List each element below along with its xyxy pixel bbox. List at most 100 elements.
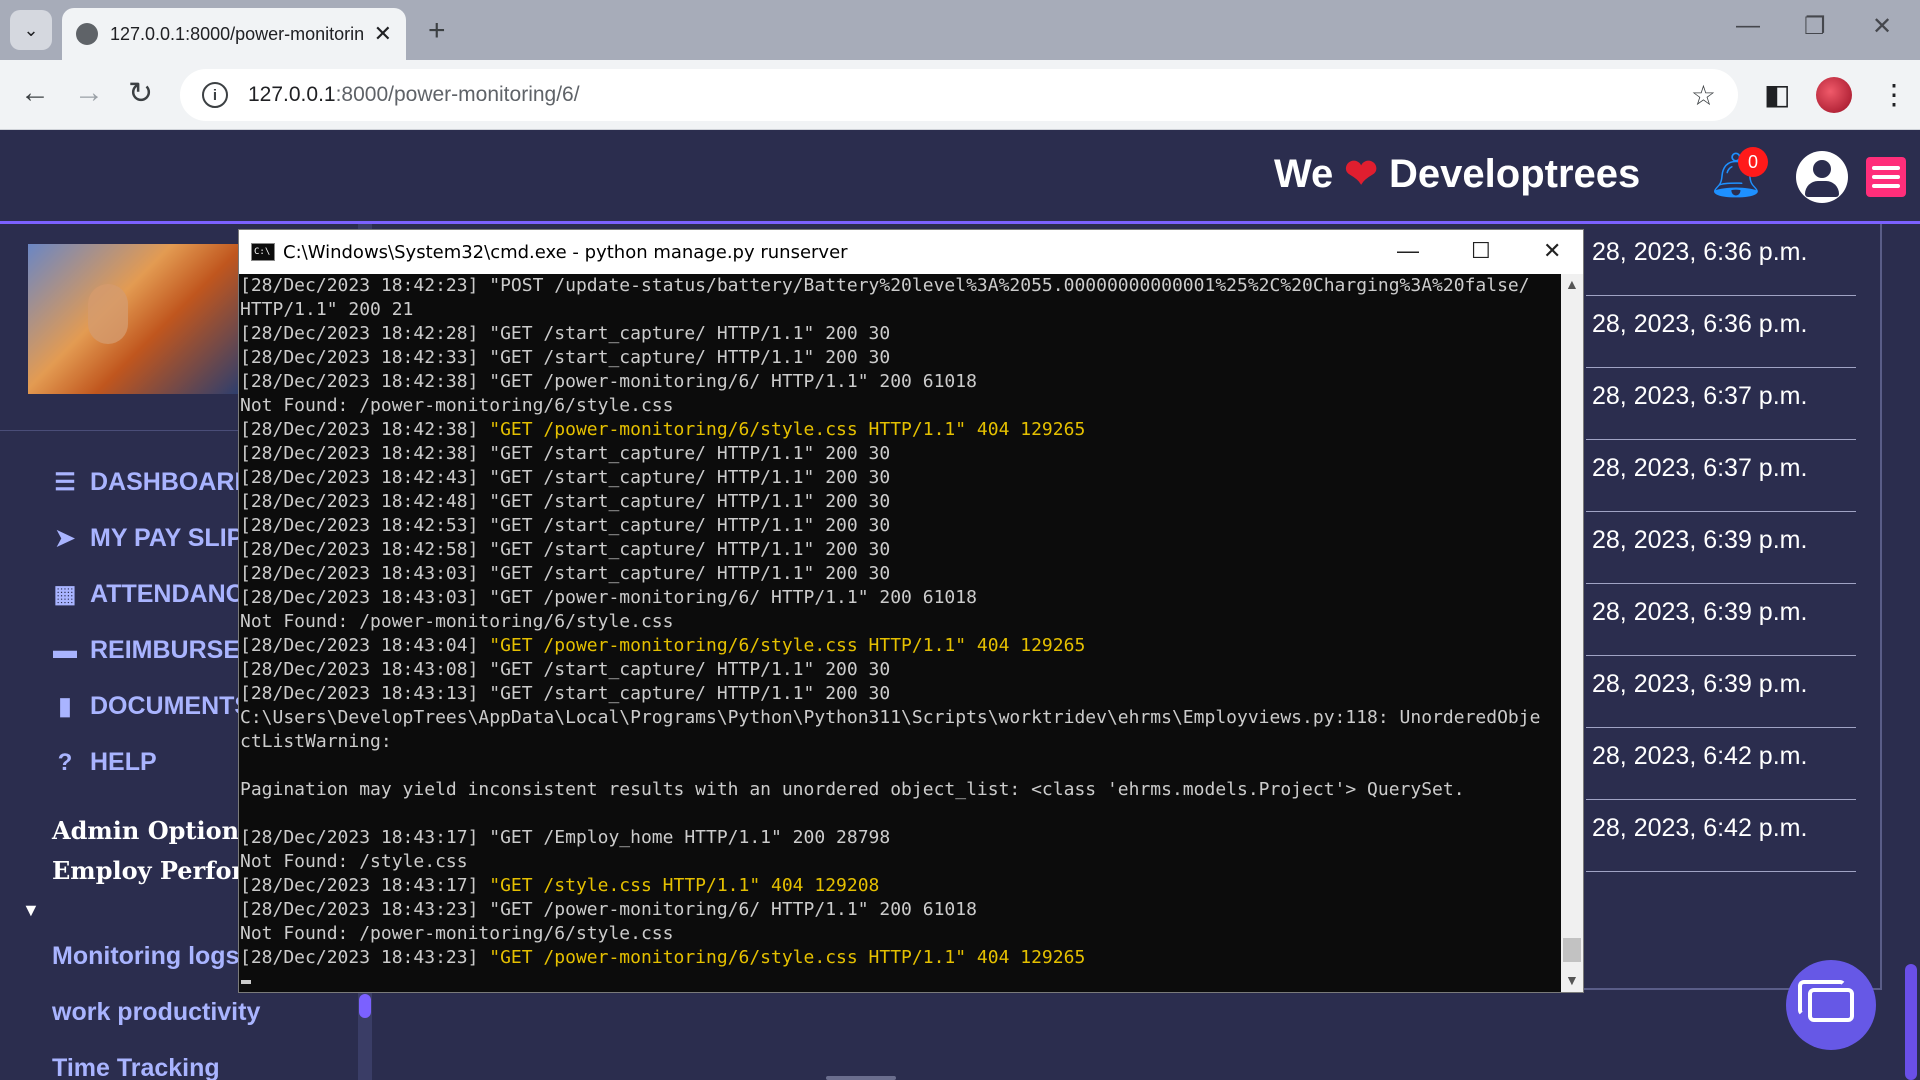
send-icon: ➤ [54,525,76,552]
cmd-line: [28/Dec/2023 18:42:23] "POST /update-sta… [240,274,1561,298]
card-icon: ▬ [53,636,77,664]
cmd-line-text: Not Found: /power-monitoring/6/style.css [240,395,674,416]
cmd-line-text: [28/Dec/2023 18:43:04] [240,635,490,656]
cmd-line: [28/Dec/2023 18:42:58] "GET /start_captu… [240,538,1561,562]
brand-logo: We ❤ Developtrees [1274,152,1641,196]
sidebar-item-attendance[interactable]: ▦ ATTENDANCE [52,580,261,609]
log-timestamp: 28, 2023, 6:42 p.m. [1592,742,1808,770]
cmd-line-text: [28/Dec/2023 18:42:23] "POST /update-sta… [240,275,1530,296]
cmd-line: [28/Dec/2023 18:43:17] "GET /style.css H… [240,874,1561,898]
restore-icon[interactable]: ❐ [1804,12,1826,41]
back-icon[interactable]: ← [20,76,50,110]
cmd-line [240,802,1561,826]
cmd-line: [28/Dec/2023 18:42:33] "GET /start_captu… [240,346,1561,370]
sidebar-item-time-tracking[interactable]: Time Tracking [52,1054,220,1080]
tab-search-button[interactable]: ⌄ [10,10,52,50]
cmd-scrollbar[interactable]: ▲ ▼ [1561,274,1583,992]
browser-tab[interactable]: 127.0.0.1:8000/power-monitoring/6/ ✕ [62,8,406,60]
cmd-line-text: [28/Dec/2023 18:42:43] "GET /start_captu… [240,467,891,488]
bookmark-star-icon[interactable]: ☆ [1691,79,1716,112]
log-timestamp: 28, 2023, 6:36 p.m. [1592,238,1808,266]
sidebar-item-monitoring-logs[interactable]: Monitoring logs [52,942,239,971]
cmd-line-text: Not Found: /power-monitoring/6/style.css [240,923,674,944]
cmd-line-text: Pagination may yield inconsistent result… [240,779,1465,800]
cmd-line: [28/Dec/2023 18:42:53] "GET /start_captu… [240,514,1561,538]
cmd-line-text: Not Found: /power-monitoring/6/style.css [240,611,674,632]
log-row: 28, 2023, 6:42 p.m. [1586,728,1856,800]
sidebar-item-pay-slip[interactable]: ➤ MY PAY SLIP [52,524,243,553]
sidebar-item-work-productivity[interactable]: work productivity [52,998,260,1027]
close-window-icon[interactable]: ✕ [1872,12,1892,41]
log-timestamp: 28, 2023, 6:36 p.m. [1592,310,1808,338]
new-tab-button[interactable]: + [428,14,446,48]
forward-icon[interactable]: → [74,76,104,110]
cmd-line: HTTP/1.1" 200 21 [240,298,1561,322]
cmd-line: ctListWarning: [240,730,1561,754]
cmd-line-text: [28/Dec/2023 18:43:17] "GET /Employ_home… [240,827,891,848]
more-menu-icon[interactable]: ⋮ [1880,78,1908,111]
cmd-line: [28/Dec/2023 18:42:43] "GET /start_captu… [240,466,1561,490]
log-row: 28, 2023, 6:37 p.m. [1586,368,1856,440]
hamburger-menu-button[interactable] [1866,157,1906,197]
sidebar-scroll-thumb[interactable] [359,994,371,1018]
reload-icon[interactable]: ↻ [128,76,153,111]
cmd-maximize-icon[interactable]: ☐ [1471,238,1491,264]
help-icon: ? [57,748,73,776]
tab-title: 127.0.0.1:8000/power-monitoring/6/ [110,23,364,44]
close-tab-icon[interactable]: ✕ [374,21,392,47]
cmd-line-warning: "GET /power-monitoring/6/style.css HTTP/… [489,419,1086,440]
scroll-up-icon[interactable]: ▲ [1565,276,1579,292]
cmd-line-text: [28/Dec/2023 18:42:38] "GET /start_captu… [240,443,891,464]
log-row: 28, 2023, 6:39 p.m. [1586,584,1856,656]
profile-banner-image [28,244,240,394]
sidebar-item-dashboard[interactable]: ☰ DASHBOARD [52,468,252,497]
cmd-line-text: C:\Users\DevelopTrees\AppData\Local\Prog… [240,707,1541,728]
cmd-scroll-thumb[interactable] [1563,938,1581,962]
cmd-close-icon[interactable]: ✕ [1543,238,1561,264]
log-row: 28, 2023, 6:36 p.m. [1586,296,1856,368]
cmd-line: [28/Dec/2023 18:42:38] "GET /start_captu… [240,442,1561,466]
cmd-window[interactable]: C:\ C:\Windows\System32\cmd.exe - python… [238,229,1584,993]
cmd-line-text: [28/Dec/2023 18:42:28] "GET /start_captu… [240,323,891,344]
browser-tabstrip: ⌄ 127.0.0.1:8000/power-monitoring/6/ ✕ +… [0,0,1920,60]
cmd-line: [28/Dec/2023 18:43:04] "GET /power-monit… [240,634,1561,658]
chat-button[interactable] [1786,960,1876,1050]
notification-badge: 0 [1738,147,1768,177]
menu-icon: ☰ [54,469,76,496]
log-row: 28, 2023, 6:42 p.m. [1586,800,1856,872]
side-panel-icon[interactable]: ◧ [1764,78,1790,111]
chat-icon [1798,980,1854,1022]
page-scrollbar[interactable] [1902,224,1920,1080]
heart-icon: ❤ [1344,152,1378,196]
profile-avatar[interactable] [1816,77,1852,113]
log-row: 28, 2023, 6:39 p.m. [1586,656,1856,728]
scroll-down-icon[interactable]: ▼ [1565,972,1579,988]
cmd-line: [28/Dec/2023 18:43:17] "GET /Employ_home… [240,826,1561,850]
cmd-line-text: [28/Dec/2023 18:43:23] [240,947,490,968]
log-timestamp: 28, 2023, 6:42 p.m. [1592,814,1808,842]
cmd-output[interactable]: [28/Dec/2023 18:42:23] "POST /update-sta… [239,274,1561,992]
browser-toolbar: ← → ↻ i 127.0.0.1:8000/power-monitoring/… [0,60,1920,130]
cmd-line: [28/Dec/2023 18:42:28] "GET /start_captu… [240,322,1561,346]
cmd-line-text: [28/Dec/2023 18:43:17] [240,875,490,896]
cmd-line-warning: "GET /power-monitoring/6/style.css HTTP/… [489,635,1086,656]
chevron-down-icon: ⌄ [23,19,39,40]
page-scroll-thumb[interactable] [1905,964,1917,1080]
sidebar-item-documents[interactable]: ▮ DOCUMENTS [52,692,251,721]
site-info-icon[interactable]: i [202,82,228,108]
cmd-titlebar[interactable]: C:\ C:\Windows\System32\cmd.exe - python… [239,230,1583,274]
minimize-icon[interactable]: — [1736,12,1760,40]
sidebar-item-help[interactable]: ? HELP [52,748,157,777]
document-icon: ▮ [58,693,72,720]
user-account-icon[interactable] [1796,151,1848,203]
log-timestamp: 28, 2023, 6:39 p.m. [1592,526,1808,554]
app-header: We ❤ Developtrees 🔔︎ 0 [0,131,1920,221]
cmd-minimize-icon[interactable]: — [1397,238,1419,264]
log-timestamp: 28, 2023, 6:37 p.m. [1592,454,1808,482]
cmd-line-text: [28/Dec/2023 18:42:53] "GET /start_captu… [240,515,891,536]
admin-options-label[interactable]: Admin Options [52,816,253,845]
cmd-line: Not Found: /style.css [240,850,1561,874]
caret-down-icon[interactable]: ▼ [22,900,40,921]
cmd-title: C:\Windows\System32\cmd.exe - python man… [283,241,848,263]
address-bar[interactable]: i 127.0.0.1:8000/power-monitoring/6/ ☆ [180,69,1738,121]
